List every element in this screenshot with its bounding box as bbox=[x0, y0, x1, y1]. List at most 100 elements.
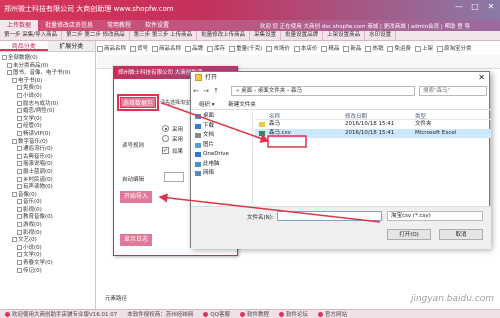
filter-option[interactable]: 商品名称 bbox=[152, 44, 181, 52]
address-bar[interactable]: « 桌面 › 桌面文件夹 › 森马 bbox=[231, 86, 415, 96]
toolbar-step1[interactable]: 第一步 采集/导入商品 bbox=[0, 31, 63, 40]
tree-node[interactable]: 音乐(0) bbox=[2, 199, 93, 207]
tree-checkbox[interactable] bbox=[12, 77, 17, 83]
filter-option[interactable]: 上架 bbox=[414, 44, 433, 52]
filter-checkbox[interactable] bbox=[293, 45, 300, 52]
filter-option[interactable]: 免运费 bbox=[387, 44, 411, 52]
menu-tutorials[interactable]: 常用教程 bbox=[100, 20, 138, 31]
tree-node[interactable]: 经管(0) bbox=[2, 123, 93, 131]
filter-option[interactable]: 本店价 bbox=[293, 44, 317, 52]
toolbar-collect-settings[interactable]: 采集设置 bbox=[250, 31, 282, 40]
radio-option-2[interactable] bbox=[162, 135, 169, 142]
filter-option[interactable]: 货号 bbox=[130, 44, 148, 52]
tree-node[interactable]: 爵士蓝调(0) bbox=[2, 168, 93, 177]
filter-checkbox[interactable] bbox=[229, 45, 236, 52]
tree-node[interactable]: 数字音乐(0) bbox=[2, 138, 93, 147]
filter-option[interactable]: 新品 bbox=[343, 44, 361, 52]
tree-node[interactable]: 教育音像(0) bbox=[2, 214, 93, 222]
organize-menu[interactable]: 组织 ▾ bbox=[199, 102, 215, 108]
nav-pane-item[interactable]: 桌面 bbox=[191, 112, 252, 122]
status-qq[interactable]: QQ客服 bbox=[198, 310, 235, 318]
filter-option[interactable]: 库存 bbox=[207, 44, 225, 52]
tree-node[interactable]: 摇滚说唱(0) bbox=[2, 161, 93, 169]
menu-settings[interactable]: 软件设置 bbox=[138, 20, 176, 31]
tree-node[interactable]: 文学(0) bbox=[2, 115, 93, 124]
nav-pane-item[interactable]: 图片 bbox=[191, 141, 252, 151]
tree-node[interactable]: 免费(0) bbox=[2, 85, 93, 93]
tree-checkbox[interactable] bbox=[17, 176, 22, 182]
file-row[interactable]: 森马 2016/10/18 15:41 文件夹 bbox=[255, 120, 491, 129]
tree-node[interactable]: 小说(0) bbox=[2, 92, 93, 101]
tree-checkbox[interactable] bbox=[17, 100, 22, 106]
checkbox-option[interactable]: ✓ bbox=[162, 147, 169, 154]
filter-checkbox[interactable] bbox=[436, 45, 443, 52]
filter-option[interactable]: 原淘宝分类 bbox=[436, 44, 472, 52]
filter-checkbox[interactable] bbox=[152, 45, 159, 52]
filter-checkbox[interactable] bbox=[343, 45, 350, 52]
tree-checkbox[interactable] bbox=[17, 146, 22, 152]
toolbar-watermark-settings[interactable]: 水印设置 bbox=[365, 31, 397, 40]
filter-checkbox[interactable] bbox=[185, 45, 192, 52]
tree-checkbox[interactable] bbox=[17, 108, 22, 114]
tree-checkbox[interactable] bbox=[12, 237, 17, 243]
column-name[interactable]: 名称 bbox=[255, 112, 345, 119]
cancel-button[interactable]: 取消 bbox=[439, 229, 483, 240]
tree-checkbox[interactable] bbox=[7, 62, 12, 68]
nav-pane-item[interactable]: 此电脑 bbox=[191, 160, 252, 170]
filter-checkbox[interactable] bbox=[207, 45, 214, 52]
new-folder-button[interactable]: 新建文件夹 bbox=[228, 102, 256, 108]
tree-checkbox[interactable] bbox=[2, 55, 7, 60]
tree-checkbox[interactable] bbox=[17, 115, 22, 121]
start-import-button[interactable]: 开始导入 bbox=[120, 191, 152, 203]
tree-node[interactable]: 通俗流行(0) bbox=[2, 146, 93, 154]
tree-checkbox[interactable] bbox=[17, 267, 22, 273]
tab-extended-category[interactable]: 扩展分类 bbox=[47, 41, 95, 51]
toolbar-brand-settings[interactable]: 批量设置品牌 bbox=[281, 31, 324, 40]
tree-checkbox[interactable] bbox=[17, 244, 22, 250]
tree-node[interactable]: 影视(0) bbox=[2, 229, 93, 238]
tree-node[interactable]: 传记(0) bbox=[2, 267, 93, 276]
tree-checkbox[interactable] bbox=[7, 70, 12, 76]
tree-node[interactable]: 文学(0) bbox=[2, 252, 93, 260]
toolbar-batch-upload[interactable]: 批量修改上传商品 bbox=[197, 31, 251, 40]
account-info[interactable]: 欢迎 您 正在使用 大商创 dsc.shopfw.com 商城 | 更改商城 |… bbox=[260, 22, 500, 30]
column-date[interactable]: 修改日期 bbox=[345, 112, 415, 119]
nav-pane-item[interactable]: 文档 bbox=[191, 131, 252, 141]
tree-node[interactable]: 电子书(0) bbox=[2, 77, 93, 86]
filter-checkbox[interactable] bbox=[130, 45, 137, 52]
file-row[interactable]: 森马.csv 2016/10/18 15:41 Microsoft Excel bbox=[255, 129, 491, 138]
tree-checkbox[interactable] bbox=[17, 123, 22, 129]
up-arrow-icon[interactable]: ↑ bbox=[211, 87, 221, 95]
tree-checkbox[interactable] bbox=[12, 191, 17, 197]
tree-checkbox[interactable] bbox=[17, 85, 22, 91]
maximize-button[interactable]: □ bbox=[468, 1, 482, 13]
tree-checkbox[interactable] bbox=[17, 184, 22, 190]
tree-node[interactable]: 畅读VIP(0) bbox=[2, 130, 93, 139]
tree-node[interactable]: 文艺(0) bbox=[2, 237, 93, 245]
filter-option[interactable]: 商品名称 bbox=[97, 44, 126, 52]
tree-node[interactable]: 全部数据(0) bbox=[2, 55, 93, 63]
filter-checkbox[interactable] bbox=[97, 45, 103, 52]
show-log-button[interactable]: 显示日志 bbox=[120, 234, 152, 246]
filter-option[interactable]: 重量(千克) bbox=[229, 44, 262, 52]
tree-checkbox[interactable] bbox=[17, 214, 22, 220]
filter-checkbox[interactable] bbox=[414, 45, 421, 52]
filter-checkbox[interactable] bbox=[365, 45, 372, 52]
tree-node[interactable]: 小说(0) bbox=[2, 244, 93, 253]
tree-node[interactable]: 游戏(0) bbox=[2, 222, 93, 230]
tab-product-category[interactable]: 商品分类 bbox=[0, 41, 48, 51]
tree-checkbox[interactable] bbox=[17, 153, 22, 159]
radio-option-1[interactable] bbox=[162, 125, 169, 132]
filename-input[interactable] bbox=[277, 211, 382, 221]
tree-node[interactable]: 图书、音像、电子书(0) bbox=[2, 70, 93, 78]
filter-option[interactable]: 品牌 bbox=[185, 44, 203, 52]
minimize-button[interactable]: — bbox=[452, 1, 466, 13]
status-website[interactable]: 官方网站 bbox=[313, 310, 352, 318]
filter-checkbox[interactable] bbox=[321, 45, 328, 52]
tree-checkbox[interactable] bbox=[12, 138, 17, 144]
tree-checkbox[interactable] bbox=[17, 260, 22, 266]
menu-batch-edit[interactable]: 批量修改店员信息 bbox=[38, 20, 100, 31]
filter-option[interactable]: 热销 bbox=[365, 44, 383, 52]
tree-node[interactable]: 乡村民谣(0) bbox=[2, 176, 93, 185]
status-tutorial[interactable]: 软件教程 bbox=[235, 310, 274, 318]
